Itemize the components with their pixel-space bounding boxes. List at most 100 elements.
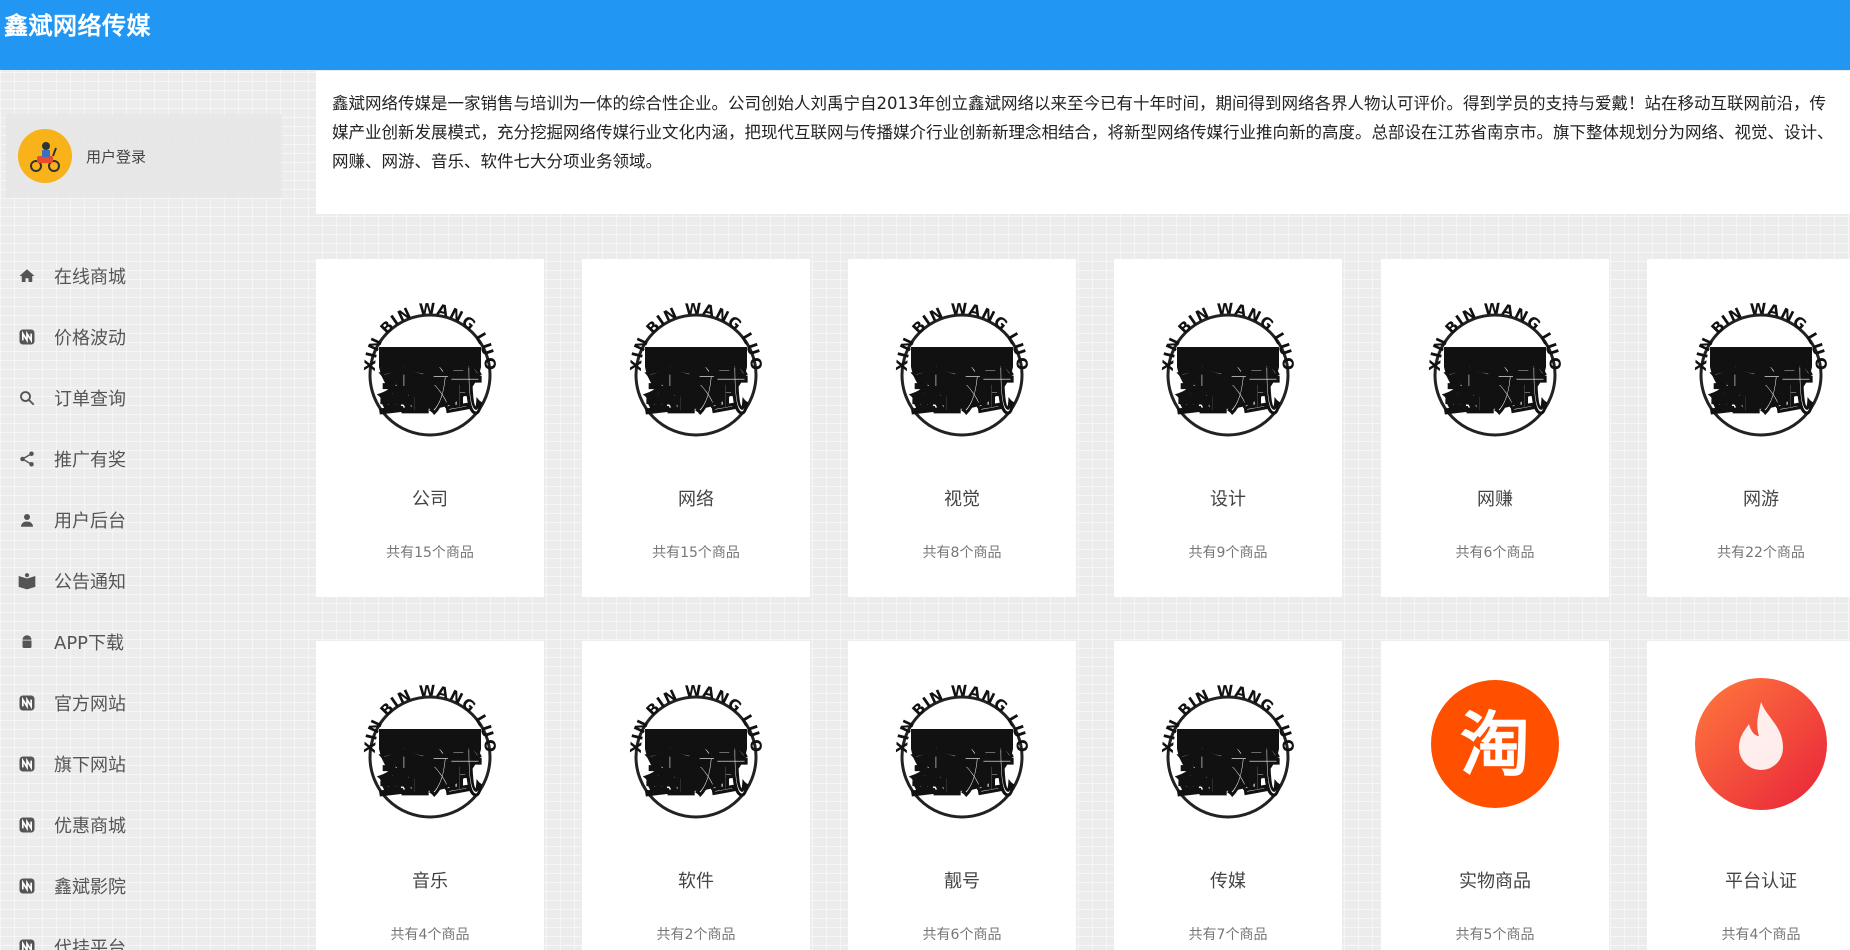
category-count: 共有6个商品: [922, 927, 1002, 943]
svg-text:鑫斌: 鑫斌: [1176, 362, 1280, 422]
user-login-card[interactable]: 用户登录: [6, 114, 282, 198]
sidebar-item-10[interactable]: 鑫斌影院: [0, 855, 300, 916]
category-title: 网赚: [1477, 489, 1513, 510]
category-title: 实物商品: [1459, 871, 1531, 892]
sidebar-menu: 在线商城价格波动订单查询推广有奖用户后台公告通知 APP下载官方网站旗下网站优惠商…: [0, 245, 300, 950]
category-card[interactable]: 平台认证共有4个商品: [1647, 641, 1850, 950]
category-count: 共有15个商品: [652, 545, 740, 561]
user-login-label: 用户登录: [86, 147, 147, 166]
sidebar-item-label: 推广有奖: [54, 449, 126, 471]
category-title: 平台认证: [1725, 871, 1797, 892]
category-card[interactable]: XIN BIN WANG LUO 鑫斌音乐共有4个商品: [316, 641, 544, 950]
category-title: 网游: [1743, 489, 1779, 510]
category-count: 共有8个商品: [922, 545, 1002, 561]
category-card[interactable]: XIN BIN WANG LUO 鑫斌网络共有15个商品: [582, 259, 810, 597]
sidebar-item-label: 鑫斌影院: [54, 876, 126, 898]
svg-text:淘: 淘: [1460, 704, 1530, 786]
avatar: [18, 129, 72, 183]
sidebar-item-2[interactable]: 订单查询: [0, 367, 300, 428]
svg-text:鑫斌: 鑫斌: [1709, 362, 1813, 422]
link-icon: [16, 936, 38, 950]
category-count: 共有15个商品: [386, 545, 474, 561]
category-card[interactable]: XIN BIN WANG LUO 鑫斌网赚共有6个商品: [1381, 259, 1609, 597]
sidebar-item-label: 在线商城: [54, 266, 126, 288]
sidebar-item-label: 价格波动: [54, 327, 126, 349]
sidebar-item-4[interactable]: 用户后台: [0, 489, 300, 550]
category-card[interactable]: XIN BIN WANG LUO 鑫斌软件共有2个商品: [582, 641, 810, 950]
scooter-icon: [30, 142, 60, 172]
category-count: 共有5个商品: [1455, 927, 1535, 943]
category-title: 视觉: [944, 489, 980, 510]
category-count: 共有6个商品: [1455, 545, 1535, 561]
company-intro: 鑫斌网络传媒是一家销售与培训为一体的综合性企业。公司创始人刘禹宁自2013年创立…: [316, 71, 1850, 214]
category-title: 传媒: [1210, 871, 1246, 892]
taobao-logo: 淘: [1420, 669, 1570, 819]
xinbin-logo: XIN BIN WANG LUO 鑫斌: [355, 669, 505, 819]
category-count: 共有4个商品: [390, 927, 470, 943]
sidebar: 用户登录 在线商城价格波动订单查询推广有奖用户后台公告通知 APP下载官方网站旗下…: [0, 70, 315, 950]
top-bar: 鑫斌网络传媒: [0, 0, 1850, 70]
sidebar-item-11[interactable]: 代挂平台: [0, 916, 300, 950]
sidebar-item-5[interactable]: 公告通知: [0, 550, 300, 611]
category-card[interactable]: XIN BIN WANG LUO 鑫斌网游共有22个商品: [1647, 259, 1850, 597]
xinbin-logo: XIN BIN WANG LUO 鑫斌: [887, 287, 1037, 437]
category-count: 共有22个商品: [1717, 545, 1805, 561]
sidebar-item-label: 旗下网站: [54, 754, 126, 776]
category-count: 共有2个商品: [656, 927, 736, 943]
category-title: 网络: [678, 489, 714, 510]
sidebar-item-8[interactable]: 旗下网站: [0, 733, 300, 794]
sidebar-item-0[interactable]: 在线商城: [0, 245, 300, 306]
svg-text:鑫斌: 鑫斌: [910, 744, 1014, 804]
sidebar-item-label: APP下载: [54, 632, 125, 654]
svg-text:鑫斌: 鑫斌: [1443, 362, 1547, 422]
sidebar-item-3[interactable]: 推广有奖: [0, 428, 300, 489]
search-icon: [16, 387, 38, 409]
svg-text:鑫斌: 鑫斌: [378, 744, 482, 804]
category-card[interactable]: XIN BIN WANG LUO 鑫斌 公司 共有15个商品: [316, 259, 544, 597]
sidebar-item-label: 订单查询: [54, 388, 126, 410]
svg-text:鑫斌: 鑫斌: [644, 362, 748, 422]
sidebar-item-6[interactable]: APP下载: [0, 611, 300, 672]
category-count: 共有9个商品: [1188, 545, 1268, 561]
sidebar-item-7[interactable]: 官方网站: [0, 672, 300, 733]
home-icon: [16, 265, 38, 287]
link-icon: [16, 875, 38, 897]
category-title: 靓号: [944, 871, 980, 892]
svg-text:鑫斌: 鑫斌: [1176, 744, 1280, 804]
xinbin-logo: XIN BIN WANG LUO 鑫斌: [1153, 287, 1303, 437]
category-card[interactable]: 淘实物商品共有5个商品: [1381, 641, 1609, 950]
category-title: 软件: [678, 871, 714, 892]
fire-logo: [1686, 669, 1836, 819]
brand-title[interactable]: 鑫斌网络传媒: [4, 6, 151, 41]
sidebar-item-label: 官方网站: [54, 693, 126, 715]
link-icon: [16, 753, 38, 775]
category-card[interactable]: XIN BIN WANG LUO 鑫斌传媒共有7个商品: [1114, 641, 1342, 950]
sidebar-item-label: 公告通知: [54, 571, 126, 593]
svg-text:鑫斌: 鑫斌: [910, 362, 1014, 422]
category-title: 音乐: [412, 871, 448, 892]
xinbin-logo: XIN BIN WANG LUO 鑫斌: [1420, 287, 1570, 437]
sidebar-item-label: 用户后台: [54, 510, 126, 532]
sidebar-item-label: 优惠商城: [54, 815, 126, 837]
link-icon: [16, 692, 38, 714]
sidebar-item-9[interactable]: 优惠商城: [0, 794, 300, 855]
category-title: 设计: [1210, 489, 1246, 510]
sidebar-item-1[interactable]: 价格波动: [0, 306, 300, 367]
category-card[interactable]: XIN BIN WANG LUO 鑫斌靓号共有6个商品: [848, 641, 1076, 950]
category-card[interactable]: XIN BIN WANG LUO 鑫斌设计共有9个商品: [1114, 259, 1342, 597]
xinbin-logo: XIN BIN WANG LUO 鑫斌: [1686, 287, 1836, 437]
android-icon: [16, 631, 38, 653]
book-icon: [16, 570, 38, 592]
xinbin-logo: XIN BIN WANG LUO 鑫斌: [1153, 669, 1303, 819]
sidebar-item-label: 代挂平台: [54, 937, 126, 950]
xinbin-logo: XIN BIN WANG LUO 鑫斌: [887, 669, 1037, 819]
category-count: 共有4个商品: [1721, 927, 1801, 943]
category-card[interactable]: XIN BIN WANG LUO 鑫斌视觉共有8个商品: [848, 259, 1076, 597]
svg-text:鑫斌: 鑫斌: [378, 362, 482, 422]
user-icon: [16, 509, 38, 531]
xinbin-logo: XIN BIN WANG LUO 鑫斌: [355, 287, 505, 437]
xinbin-logo: XIN BIN WANG LUO 鑫斌: [621, 287, 771, 437]
xinbin-logo: XIN BIN WANG LUO 鑫斌: [621, 669, 771, 819]
category-count: 共有7个商品: [1188, 927, 1268, 943]
link-icon: [16, 814, 38, 836]
